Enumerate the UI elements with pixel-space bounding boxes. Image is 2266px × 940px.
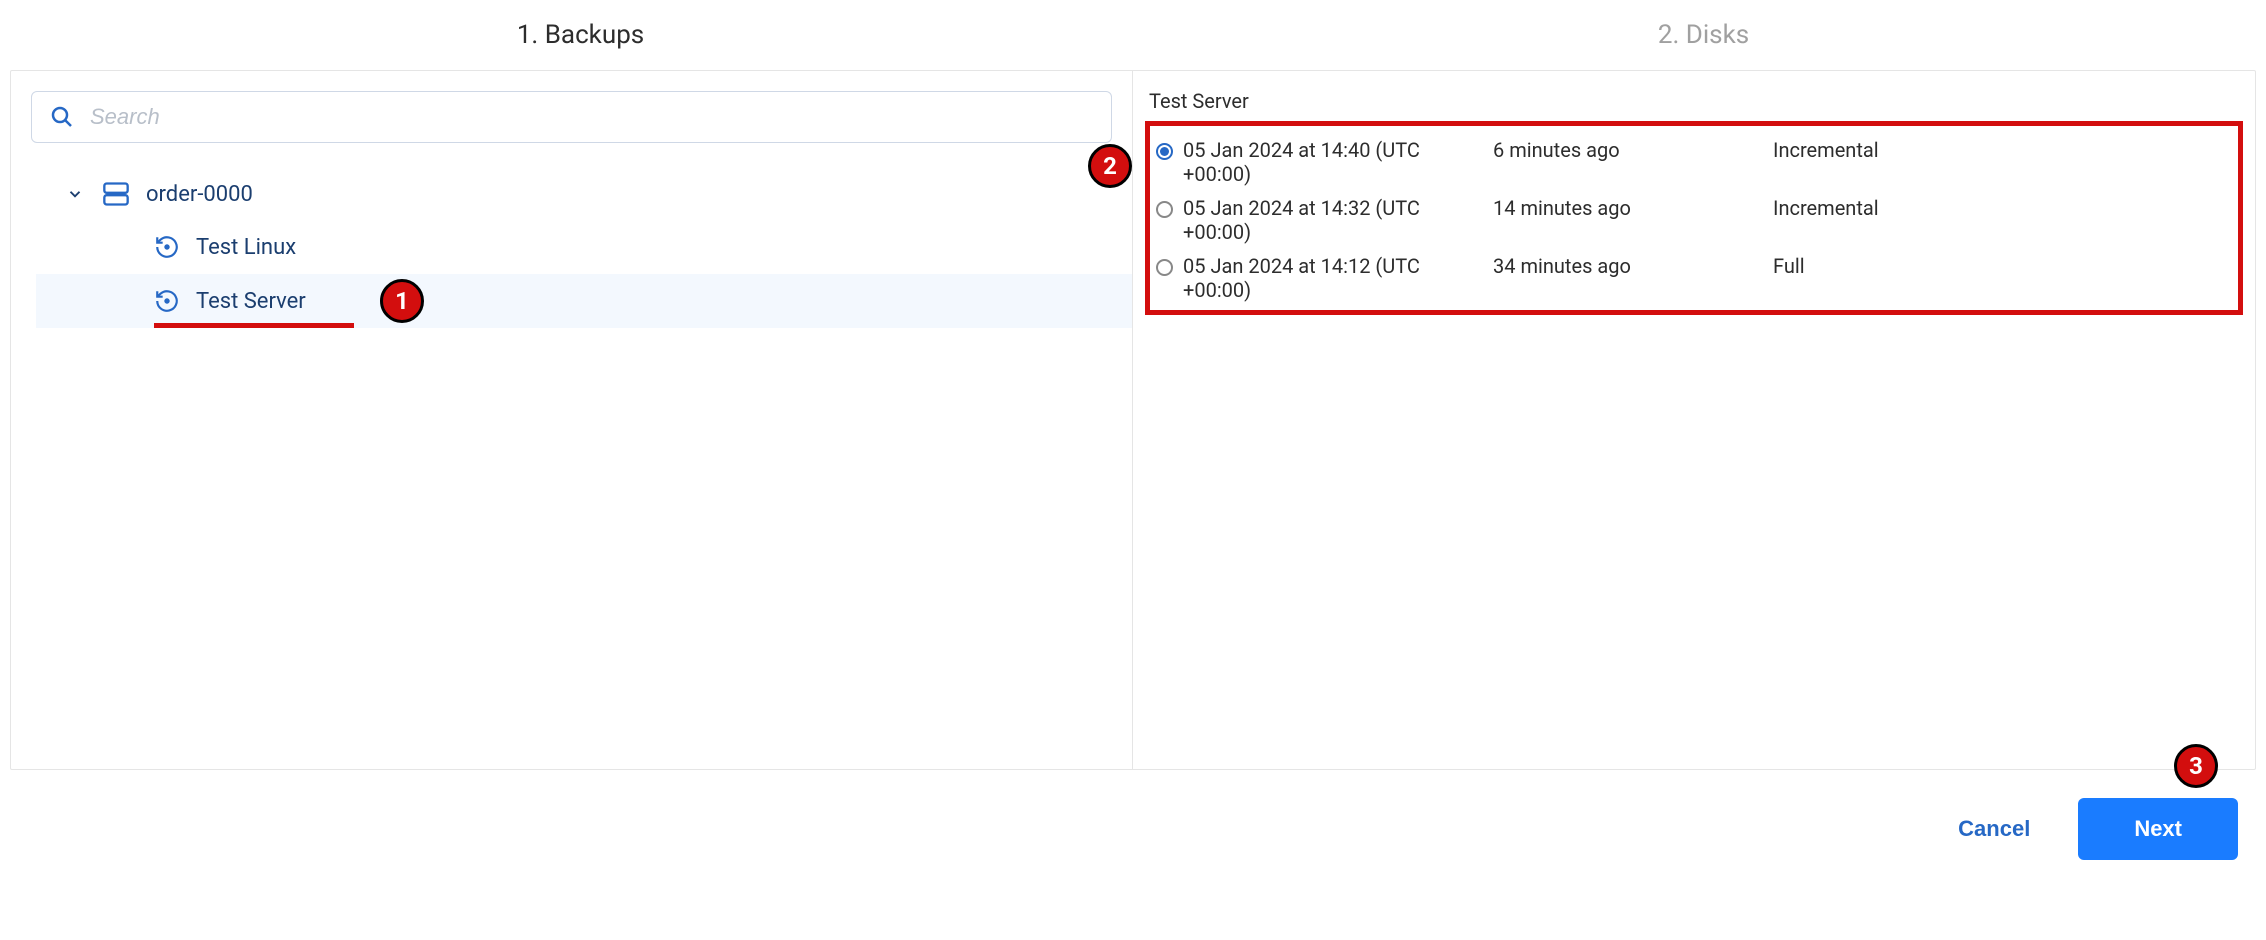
backup-type: Incremental (1773, 138, 1879, 162)
backup-date: 05 Jan 2024 at 14:12 (UTC +00:00) (1183, 254, 1493, 302)
backup-age: 14 minutes ago (1493, 196, 1773, 220)
footer: 3 Cancel Next (10, 770, 2256, 870)
backup-type: Incremental (1773, 196, 1879, 220)
radio-button[interactable] (1156, 201, 1173, 218)
right-panel: Test Server 2 05 Jan 2024 at 14:40 (UTC … (1133, 71, 2255, 769)
tree-leaf-server[interactable]: Test Server 1 (36, 274, 1132, 328)
backup-row[interactable]: 05 Jan 2024 at 14:40 (UTC +00:00) 6 minu… (1156, 138, 2228, 186)
annotation-badge-1: 1 (380, 279, 424, 323)
tree-node-order[interactable]: order-0000 (66, 168, 1117, 220)
tree-children: Test Linux Test Server 1 (66, 220, 1117, 328)
backup-date: 05 Jan 2024 at 14:32 (UTC +00:00) (1183, 196, 1493, 244)
search-input[interactable] (90, 104, 1093, 130)
search-icon (50, 105, 74, 129)
backup-date: 05 Jan 2024 at 14:40 (UTC +00:00) (1183, 138, 1493, 186)
chevron-down-icon (66, 185, 84, 203)
backup-type: Full (1773, 254, 1805, 278)
backup-age: 6 minutes ago (1493, 138, 1773, 162)
radio-button[interactable] (1156, 143, 1173, 160)
panel-title: Test Server (1145, 89, 2243, 113)
backup-row[interactable]: 05 Jan 2024 at 14:12 (UTC +00:00) 34 min… (1156, 254, 2228, 302)
step-disks[interactable]: 2. Disks (1658, 20, 1749, 50)
search-box[interactable] (31, 91, 1112, 143)
restore-icon (154, 234, 180, 260)
step-backups[interactable]: 1. Backups (517, 20, 644, 50)
left-panel: order-0000 Test Linux (11, 71, 1133, 769)
backup-list: 2 05 Jan 2024 at 14:40 (UTC +00:00) 6 mi… (1145, 121, 2243, 315)
backup-tree: order-0000 Test Linux (26, 168, 1117, 328)
annotation-underline (154, 323, 354, 328)
tree-node-label: order-0000 (146, 182, 253, 207)
main-content: order-0000 Test Linux (10, 70, 2256, 770)
cancel-button[interactable]: Cancel (1958, 816, 2030, 842)
server-icon (102, 180, 130, 208)
tree-leaf-linux[interactable]: Test Linux (154, 220, 1117, 274)
radio-button[interactable] (1156, 259, 1173, 276)
tree-leaf-label: Test Server (196, 289, 306, 314)
backup-row[interactable]: 05 Jan 2024 at 14:32 (UTC +00:00) 14 min… (1156, 196, 2228, 244)
annotation-badge-3: 3 (2174, 744, 2218, 788)
restore-icon (154, 288, 180, 314)
tree-leaf-label: Test Linux (196, 235, 296, 260)
backup-age: 34 minutes ago (1493, 254, 1773, 278)
annotation-badge-2: 2 (1088, 144, 1132, 188)
steps-header: 1. Backups 2. Disks (10, 10, 2256, 70)
wizard-wrapper: 1. Backups 2. Disks (10, 10, 2256, 870)
next-button[interactable]: Next (2078, 798, 2238, 860)
